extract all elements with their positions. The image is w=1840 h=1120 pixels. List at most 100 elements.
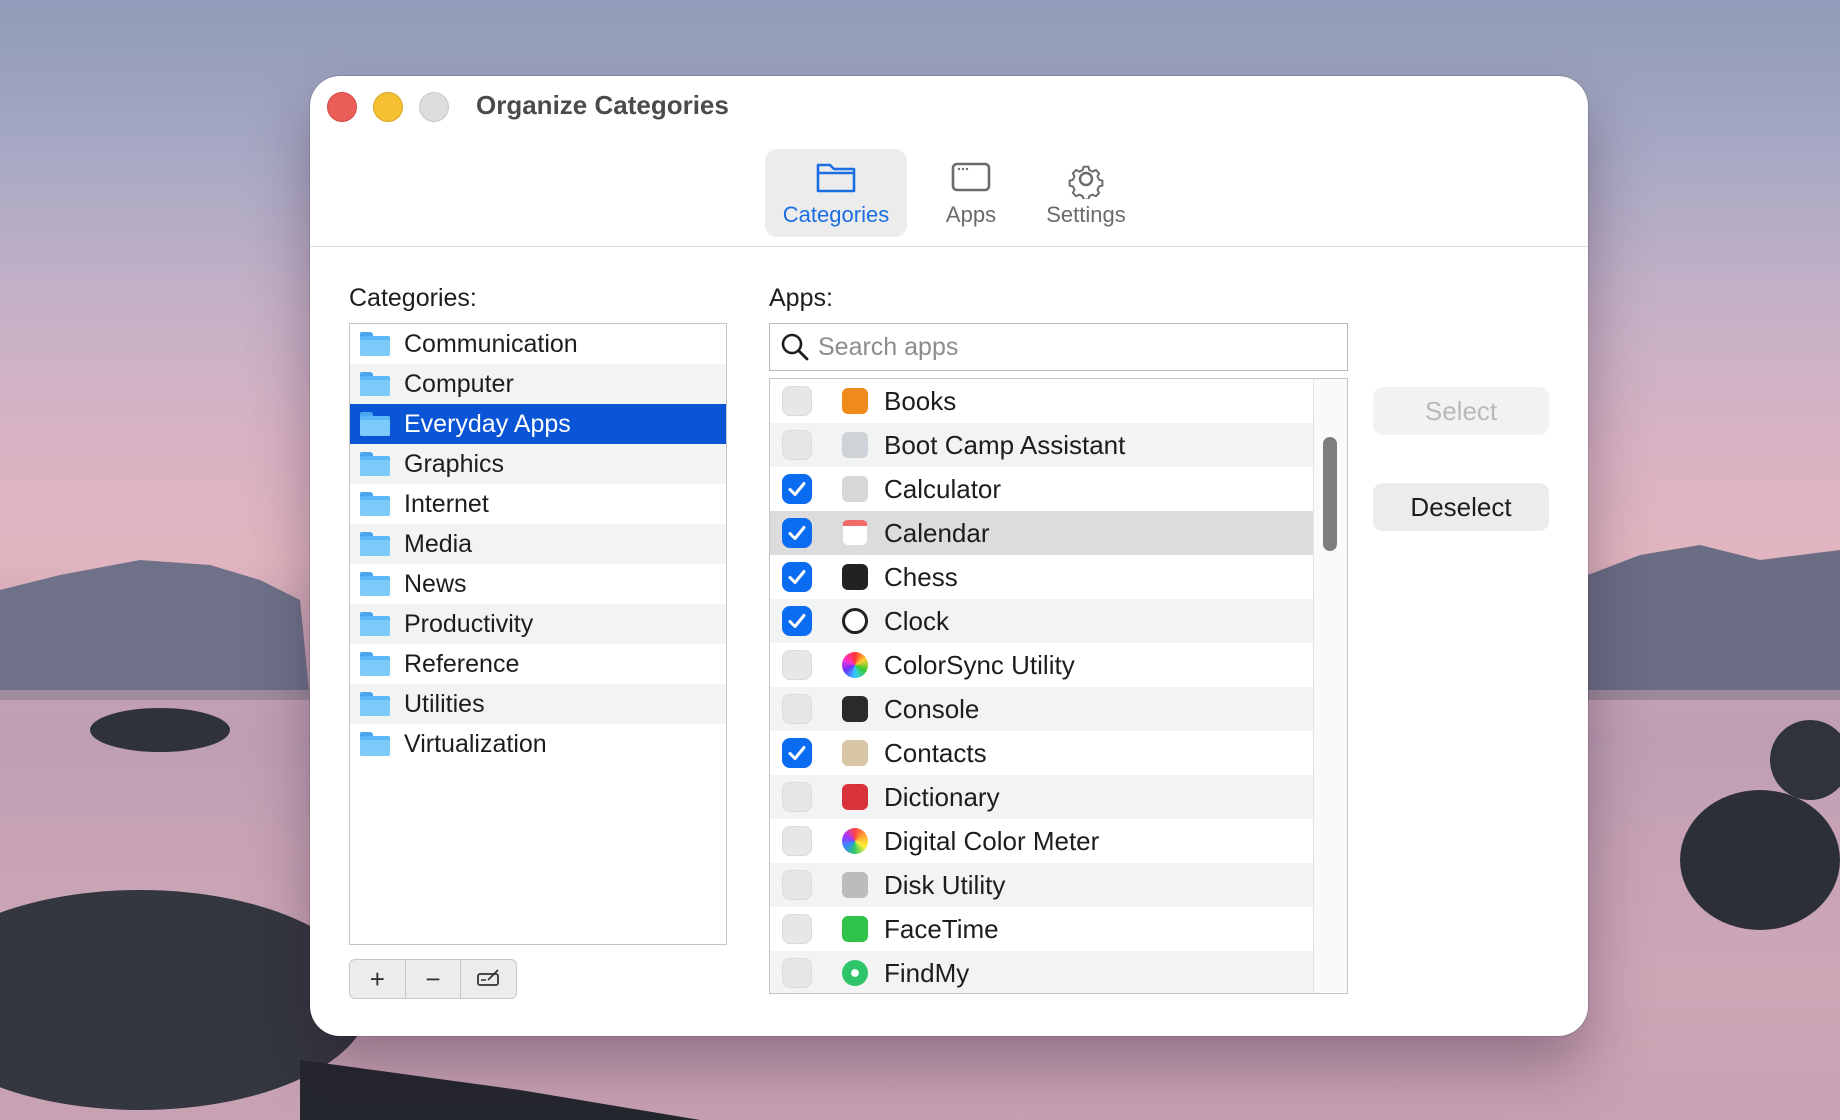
category-label: Graphics bbox=[404, 449, 505, 478]
app-checkbox[interactable] bbox=[782, 606, 812, 636]
category-item[interactable]: Internet bbox=[350, 484, 726, 524]
category-item[interactable]: News bbox=[350, 564, 726, 604]
app-row[interactable]: Books bbox=[770, 379, 1314, 423]
tab-apps[interactable]: Apps bbox=[921, 149, 1021, 237]
app-checkbox[interactable] bbox=[782, 518, 812, 548]
app-row[interactable]: FaceTime bbox=[770, 907, 1314, 951]
search-apps-input[interactable] bbox=[816, 331, 1320, 363]
app-checkbox[interactable] bbox=[782, 826, 812, 856]
folder-icon bbox=[360, 692, 390, 716]
checkmark-icon bbox=[788, 570, 806, 584]
app-checkbox[interactable] bbox=[782, 386, 812, 416]
app-name: Calendar bbox=[884, 517, 990, 548]
app-checkbox[interactable] bbox=[782, 430, 812, 460]
category-item[interactable]: Everyday Apps bbox=[350, 404, 726, 444]
folder-icon bbox=[360, 532, 390, 556]
checkmark-icon bbox=[788, 614, 806, 628]
app-name: Contacts bbox=[884, 737, 987, 768]
app-checkbox[interactable] bbox=[782, 782, 812, 812]
folder-icon bbox=[360, 452, 390, 476]
toolbar: Categories Apps Settings bbox=[310, 76, 1588, 247]
app-checkbox[interactable] bbox=[782, 474, 812, 504]
category-label: Reference bbox=[404, 649, 520, 678]
folder-icon bbox=[814, 159, 858, 200]
apps-scroll-thumb[interactable] bbox=[1323, 437, 1337, 551]
category-label: Internet bbox=[404, 489, 489, 518]
app-row[interactable]: Calculator bbox=[770, 467, 1314, 511]
app-checkbox[interactable] bbox=[782, 650, 812, 680]
category-item[interactable]: Productivity bbox=[350, 604, 726, 644]
app-row[interactable]: Digital Color Meter bbox=[770, 819, 1314, 863]
app-name: Disk Utility bbox=[884, 869, 1006, 900]
app-name: ColorSync Utility bbox=[884, 649, 1075, 680]
gear-icon bbox=[1064, 159, 1108, 204]
findmy-icon bbox=[842, 960, 868, 986]
folder-icon bbox=[360, 372, 390, 396]
app-row[interactable]: ColorSync Utility bbox=[770, 643, 1314, 687]
category-label: News bbox=[404, 569, 467, 598]
folder-icon bbox=[360, 652, 390, 676]
color-meter-icon bbox=[842, 828, 868, 854]
category-item[interactable]: Utilities bbox=[350, 684, 726, 724]
category-label: Computer bbox=[404, 369, 514, 398]
app-row[interactable]: Chess bbox=[770, 555, 1314, 599]
app-name: FindMy bbox=[884, 957, 970, 988]
facetime-icon bbox=[842, 916, 868, 942]
category-item[interactable]: Computer bbox=[350, 364, 726, 404]
category-label: Communication bbox=[404, 329, 578, 358]
calculator-icon bbox=[842, 476, 868, 502]
app-name: Console bbox=[884, 693, 980, 724]
categories-list[interactable]: Communication Computer Everyday Apps Graphi… bbox=[349, 323, 727, 945]
bootcamp-icon bbox=[842, 432, 868, 458]
category-item[interactable]: Communication bbox=[350, 324, 726, 364]
app-checkbox[interactable] bbox=[782, 694, 812, 724]
apps-scrollbar[interactable] bbox=[1313, 379, 1347, 993]
apps-list[interactable]: Books Boot Camp Assistant Calculator Calend… bbox=[769, 378, 1348, 994]
category-item[interactable]: Virtualization bbox=[350, 724, 726, 764]
app-row[interactable]: FindMy bbox=[770, 951, 1314, 993]
app-row[interactable]: Boot Camp Assistant bbox=[770, 423, 1314, 467]
colorsync-icon bbox=[842, 652, 868, 678]
app-row[interactable]: Contacts bbox=[770, 731, 1314, 775]
app-checkbox[interactable] bbox=[782, 562, 812, 592]
select-button[interactable]: Select bbox=[1373, 387, 1549, 435]
tab-settings[interactable]: Settings bbox=[1026, 149, 1146, 237]
app-checkbox[interactable] bbox=[782, 958, 812, 988]
calendar-icon bbox=[842, 520, 868, 546]
edit-category-button[interactable] bbox=[461, 960, 516, 998]
window-icon bbox=[949, 159, 993, 200]
app-row[interactable]: Disk Utility bbox=[770, 863, 1314, 907]
app-name: Dictionary bbox=[884, 781, 1000, 812]
category-item[interactable]: Graphics bbox=[350, 444, 726, 484]
app-checkbox[interactable] bbox=[782, 738, 812, 768]
app-row[interactable]: Calendar bbox=[770, 511, 1314, 555]
tab-categories[interactable]: Categories bbox=[765, 149, 907, 237]
folder-icon bbox=[360, 332, 390, 356]
search-apps-field[interactable] bbox=[769, 323, 1348, 371]
app-name: Digital Color Meter bbox=[884, 825, 1100, 856]
category-label: Productivity bbox=[404, 609, 534, 638]
search-icon bbox=[780, 332, 810, 362]
organize-categories-window: Organize Categories Categories Apps Sett… bbox=[310, 76, 1588, 1036]
app-name: Chess bbox=[884, 561, 958, 592]
checkmark-icon bbox=[788, 746, 806, 760]
app-name: Books bbox=[884, 385, 957, 416]
deselect-button[interactable]: Deselect bbox=[1373, 483, 1549, 531]
category-item[interactable]: Media bbox=[350, 524, 726, 564]
category-edit-buttons: + − bbox=[349, 959, 517, 999]
app-row[interactable]: Console bbox=[770, 687, 1314, 731]
checkmark-icon bbox=[788, 482, 806, 496]
tab-settings-label: Settings bbox=[1046, 202, 1126, 227]
categories-label: Categories: bbox=[349, 284, 477, 312]
app-row[interactable]: Dictionary bbox=[770, 775, 1314, 819]
add-category-button[interactable]: + bbox=[350, 960, 406, 998]
remove-category-button[interactable]: − bbox=[406, 960, 462, 998]
app-checkbox[interactable] bbox=[782, 870, 812, 900]
contacts-icon bbox=[842, 740, 868, 766]
category-label: Media bbox=[404, 529, 473, 558]
disk-utility-icon bbox=[842, 872, 868, 898]
app-row[interactable]: Clock bbox=[770, 599, 1314, 643]
category-label: Everyday Apps bbox=[404, 409, 571, 438]
category-item[interactable]: Reference bbox=[350, 644, 726, 684]
app-checkbox[interactable] bbox=[782, 914, 812, 944]
